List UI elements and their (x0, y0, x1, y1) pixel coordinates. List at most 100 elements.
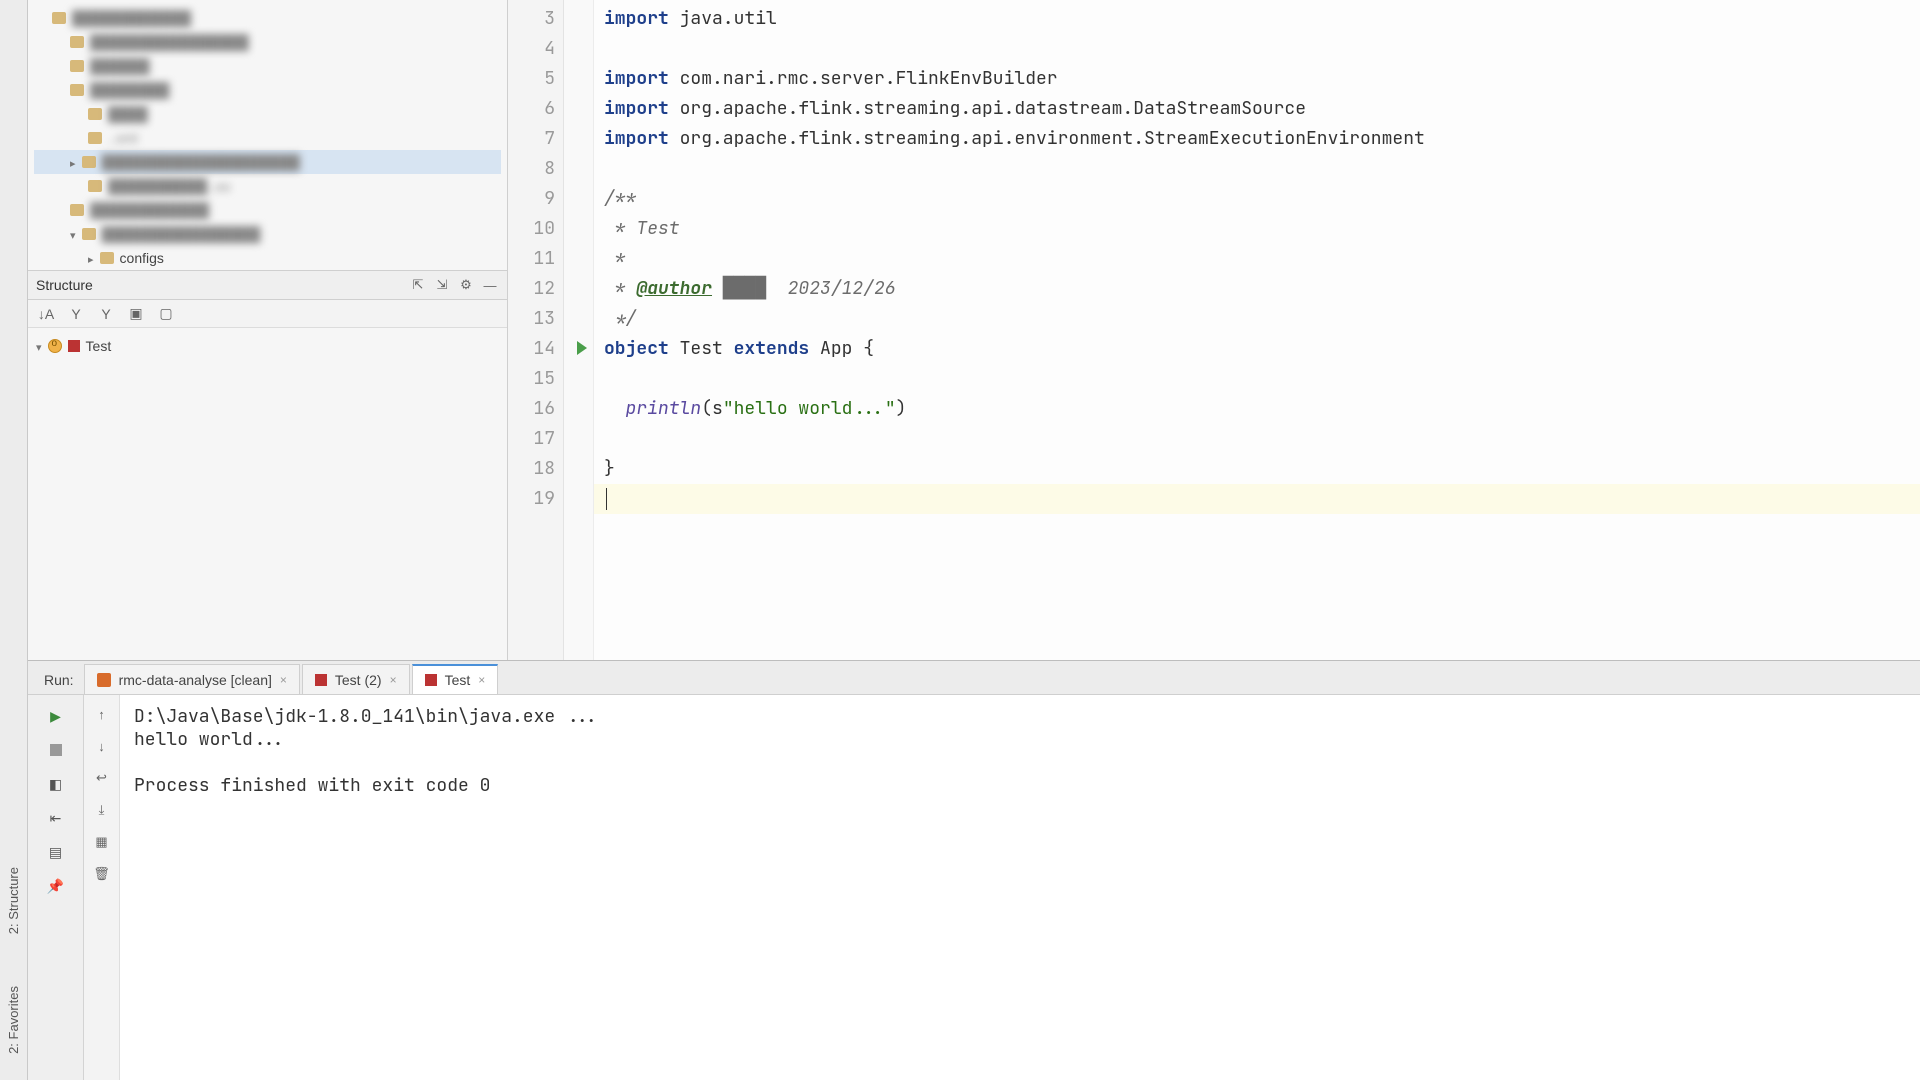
folder-icon (88, 132, 102, 144)
project-tree-item[interactable]: ██████████..uu (34, 174, 501, 198)
project-tree-label: ████ (108, 106, 148, 122)
project-tree-label: ██████ (90, 58, 150, 74)
top-split: ████████████████████████████████████████… (28, 0, 1920, 660)
project-tree-item[interactable]: configs (34, 246, 501, 270)
folder-icon (82, 228, 96, 240)
left-tool-strip: 2: Structure 2: Favorites (0, 0, 28, 1080)
project-tree-item[interactable]: ████████████████ (34, 30, 501, 54)
code-line[interactable]: import org.apache.flink.streaming.api.en… (594, 124, 1920, 154)
favorites-tool-tab[interactable]: 2: Favorites (4, 980, 23, 1060)
hide-panel-icon[interactable]: — (481, 276, 499, 294)
code-line[interactable]: */ (594, 304, 1920, 334)
up-icon[interactable]: ↑ (91, 703, 113, 725)
pin-icon[interactable]: 📌 (41, 873, 71, 899)
code-line[interactable] (594, 34, 1920, 64)
code-line[interactable] (594, 364, 1920, 394)
sort-alpha-icon[interactable]: ↓A (36, 304, 56, 324)
project-tree-item[interactable]: ████████████ (34, 6, 501, 30)
scala-icon (315, 674, 327, 686)
project-tree-item[interactable]: ██████ (34, 54, 501, 78)
chevron-icon[interactable] (88, 250, 94, 266)
chevron-icon[interactable] (70, 226, 76, 242)
close-tab-icon[interactable]: × (478, 673, 485, 687)
project-tree-item[interactable]: ..xml (34, 126, 501, 150)
code-line[interactable]: import com.nari.rmc.server.FlinkEnvBuild… (594, 64, 1920, 94)
folder-icon (88, 180, 102, 192)
run-tab-label: rmc-data-analyse [clean] (119, 672, 272, 688)
folder-icon (70, 204, 84, 216)
project-tree-item[interactable]: ████████████████ (34, 222, 501, 246)
code-line[interactable]: * (594, 244, 1920, 274)
run-label: Run: (36, 666, 82, 694)
structure-toolbar: ↓A Y Y ▣ ▢ (28, 300, 507, 328)
line-number-gutter[interactable]: 345678910111213141516171819 (508, 0, 564, 660)
clear-icon[interactable]: 🗑 (91, 863, 113, 885)
scroll-end-icon[interactable]: ⤓ (91, 799, 113, 821)
console-output[interactable]: D:\Java\Base\jdk-1.8.0_141\bin\java.exe … (120, 695, 1920, 1080)
run-tab[interactable]: rmc-data-analyse [clean] × (84, 664, 300, 694)
project-tree-item[interactable]: ████ (34, 102, 501, 126)
run-tab[interactable]: Test × (412, 664, 499, 694)
code-editor[interactable]: 345678910111213141516171819 import java.… (508, 0, 1920, 660)
close-tab-icon[interactable]: × (280, 673, 287, 687)
folder-icon (70, 84, 84, 96)
project-tree-label: ..xml (108, 130, 138, 146)
rerun-icon[interactable]: ▶ (41, 703, 71, 729)
project-tree-label: ████████████████ (90, 34, 249, 50)
chevron-down-icon[interactable] (36, 338, 42, 354)
side-panel: ████████████████████████████████████████… (28, 0, 508, 660)
fold-gutter[interactable] (564, 0, 594, 660)
folder-icon (52, 12, 66, 24)
structure-title: Structure (36, 277, 403, 293)
scala-file-icon (68, 340, 80, 352)
run-tool-window: Run: rmc-data-analyse [clean]×Test (2)×T… (28, 660, 1920, 1080)
close-tab-icon[interactable]: × (390, 673, 397, 687)
autoscroll-from-icon[interactable]: ▢ (156, 304, 176, 324)
project-tree-item[interactable]: ████████████████████ (34, 150, 501, 174)
code-area[interactable]: import java.util import com.nari.rmc.ser… (594, 0, 1920, 660)
maven-icon (97, 673, 111, 687)
code-line[interactable]: import org.apache.flink.streaming.api.da… (594, 94, 1920, 124)
chevron-icon[interactable] (70, 154, 76, 170)
print-icon[interactable]: ▦ (91, 831, 113, 853)
code-line[interactable] (594, 154, 1920, 184)
run-tab[interactable]: Test (2) × (302, 664, 410, 694)
dump-icon[interactable]: ◧ (41, 771, 71, 797)
code-line[interactable]: * Test (594, 214, 1920, 244)
project-tree-label: ██████████..uu (108, 178, 231, 194)
soft-wrap-icon[interactable]: ↩ (91, 767, 113, 789)
settings-icon[interactable]: ⚙ (457, 276, 475, 294)
run-body: ▶ ◧ ⇤ ▤ 📌 ↑ ↓ ↩ ⤓ ▦ 🗑 D:\Java\Base\jdk-1… (28, 695, 1920, 1080)
structure-body: Test (28, 328, 507, 660)
layout-icon[interactable]: ▤ (41, 839, 71, 865)
down-icon[interactable]: ↓ (91, 735, 113, 757)
run-toolbar-secondary: ↑ ↓ ↩ ⤓ ▦ 🗑 (84, 695, 120, 1080)
code-line[interactable]: /** (594, 184, 1920, 214)
code-line[interactable]: println(s"hello world...") (594, 394, 1920, 424)
stop-icon[interactable] (41, 737, 71, 763)
code-line[interactable]: } (594, 454, 1920, 484)
filter2-icon[interactable]: Y (96, 304, 116, 324)
project-tree-label: configs (120, 250, 164, 266)
code-line[interactable]: object Test extends App { (594, 334, 1920, 364)
project-tree-item[interactable]: ████████ (34, 78, 501, 102)
code-line[interactable] (594, 424, 1920, 454)
folder-icon (88, 108, 102, 120)
collapse-all-icon[interactable]: ⇲ (433, 276, 451, 294)
project-tree[interactable]: ████████████████████████████████████████… (28, 0, 507, 270)
folder-icon (70, 36, 84, 48)
structure-tool-tab[interactable]: 2: Structure (4, 861, 23, 940)
exit-icon[interactable]: ⇤ (41, 805, 71, 831)
run-gutter-icon[interactable] (577, 341, 587, 355)
run-tab-label: Test (2) (335, 672, 382, 688)
project-tree-item[interactable]: ████████████ (34, 198, 501, 222)
run-tab-bar: Run: rmc-data-analyse [clean]×Test (2)×T… (28, 661, 1920, 695)
filter-icon[interactable]: Y (66, 304, 86, 324)
run-tab-label: Test (445, 672, 471, 688)
code-line[interactable]: import java.util (594, 4, 1920, 34)
code-line[interactable] (594, 484, 1920, 514)
code-line[interactable]: * @author ████ 2023/12/26 (594, 274, 1920, 304)
expand-all-icon[interactable]: ⇱ (409, 276, 427, 294)
autoscroll-to-icon[interactable]: ▣ (126, 304, 146, 324)
structure-item-test[interactable]: Test (36, 334, 499, 358)
